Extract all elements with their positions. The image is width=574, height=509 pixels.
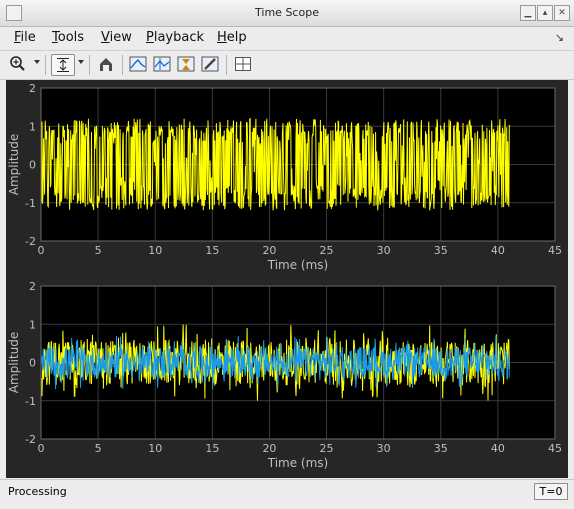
undock-icon[interactable]: ↘ xyxy=(555,31,564,44)
y-tick-label: 0 xyxy=(29,357,36,370)
x-tick-label: 20 xyxy=(262,442,276,455)
layout-icon[interactable] xyxy=(232,54,254,74)
y-tick-label: -2 xyxy=(25,235,36,248)
y-tick-label: 2 xyxy=(29,82,36,95)
y-axis-label: Amplitude xyxy=(7,134,21,196)
window-title: Time Scope xyxy=(255,6,319,19)
x-tick-label: 0 xyxy=(38,244,45,257)
autoscale-dropdown-icon[interactable] xyxy=(78,60,84,64)
menu-help[interactable]: Help xyxy=(217,30,247,45)
y-tick-label: -1 xyxy=(25,197,36,210)
toolbar-separator xyxy=(226,55,227,75)
simulation-time: T=0 xyxy=(534,483,568,500)
x-tick-label: 5 xyxy=(95,442,102,455)
y-tick-label: 0 xyxy=(29,159,36,172)
status-bar: Processing T=0 xyxy=(0,479,574,509)
scope-display-area: 0 5 10 15 20 25 30 35 40 45 2 1 0 -1 -2 Time (ms) Amplit… xyxy=(6,80,568,478)
menu-file-label: ile xyxy=(20,30,36,45)
status-text: Processing xyxy=(8,485,67,498)
style-icon[interactable] xyxy=(199,54,221,74)
x-tick-label: 45 xyxy=(548,442,562,455)
y-tick-label: -2 xyxy=(25,433,36,446)
menu-playback-label: layback xyxy=(153,30,205,45)
x-tick-label: 0 xyxy=(38,442,45,455)
toolbar-separator xyxy=(89,55,90,75)
x-tick-label: 40 xyxy=(491,244,505,257)
restore-icon[interactable] xyxy=(95,54,117,74)
title-bar: Time Scope ▁ ▴ ✕ xyxy=(0,0,574,27)
y-tick-label: -1 xyxy=(25,395,36,408)
toolbar xyxy=(0,50,574,80)
toolbar-separator xyxy=(45,55,46,75)
autoscale-icon[interactable] xyxy=(51,54,75,76)
x-tick-label: 10 xyxy=(148,244,162,257)
menu-view[interactable]: View xyxy=(101,30,132,45)
x-tick-label: 45 xyxy=(548,244,562,257)
toolbar-separator xyxy=(122,55,123,75)
zoom-dropdown-icon[interactable] xyxy=(34,60,40,64)
menu-help-label: elp xyxy=(226,30,247,45)
peak-finder-icon[interactable] xyxy=(175,54,197,74)
x-tick-label: 20 xyxy=(262,244,276,257)
x-axis-label: Time (ms) xyxy=(267,258,329,272)
menu-tools[interactable]: Tools xyxy=(52,30,84,45)
menu-file[interactable]: File xyxy=(14,30,36,45)
close-icon[interactable]: ✕ xyxy=(554,5,570,21)
menu-playback-mnemonic: P xyxy=(146,30,154,45)
x-tick-label: 25 xyxy=(320,442,334,455)
x-axis-label: Time (ms) xyxy=(267,456,329,470)
menu-tools-label: ools xyxy=(57,30,85,45)
y-tick-label: 2 xyxy=(29,280,36,293)
menu-bar: File Tools View Playback Help ↘ xyxy=(0,27,574,49)
maximize-icon[interactable]: ▴ xyxy=(537,5,553,21)
signal-triggers-icon[interactable] xyxy=(127,54,149,74)
x-tick-label: 30 xyxy=(377,442,391,455)
menu-playback[interactable]: Playback xyxy=(146,30,204,45)
x-tick-label: 15 xyxy=(205,442,219,455)
x-tick-label: 35 xyxy=(434,442,448,455)
y-tick-label: 1 xyxy=(29,120,36,133)
menu-view-mnemonic: V xyxy=(101,30,110,45)
cursor-measurements-icon[interactable] xyxy=(151,54,173,74)
x-tick-label: 10 xyxy=(148,442,162,455)
x-tick-label: 15 xyxy=(205,244,219,257)
zoom-in-icon[interactable] xyxy=(7,54,29,74)
minimize-icon[interactable]: ▁ xyxy=(520,5,536,21)
x-tick-label: 30 xyxy=(377,244,391,257)
menu-view-label: iew xyxy=(109,30,132,45)
y-tick-label: 1 xyxy=(29,318,36,331)
y-axis-label: Amplitude xyxy=(7,332,21,394)
x-tick-label: 25 xyxy=(320,244,334,257)
x-tick-label: 40 xyxy=(491,442,505,455)
x-tick-label: 5 xyxy=(95,244,102,257)
menu-help-mnemonic: H xyxy=(217,30,227,45)
x-tick-label: 35 xyxy=(434,244,448,257)
scope-plots: 0 5 10 15 20 25 30 35 40 45210-1-2Time (ms)Amplit… xyxy=(7,82,562,470)
